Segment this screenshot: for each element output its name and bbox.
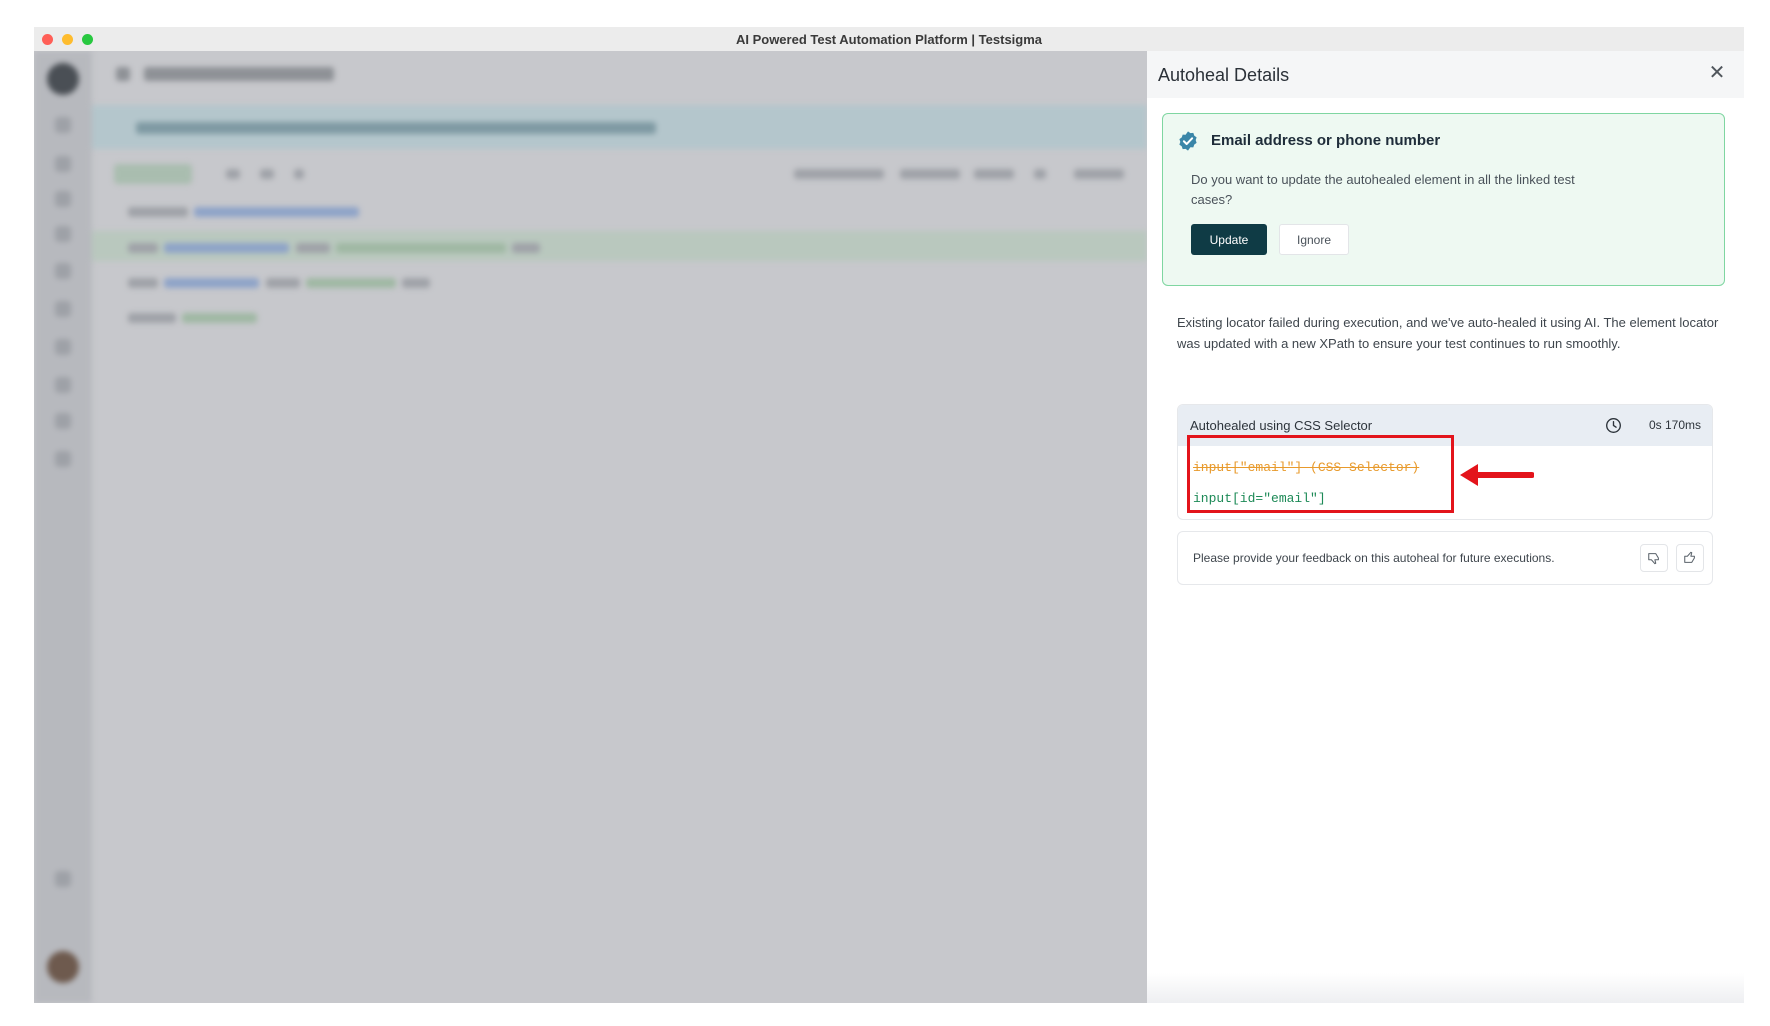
autoheal-card-header: Autohealed using CSS Selector 0s 170ms (1178, 405, 1712, 446)
autoheal-description: Existing locator failed during execution… (1177, 315, 1719, 351)
autoheal-details-drawer: Autoheal Details ✕ Email address or phon… (1147, 51, 1744, 1003)
update-button[interactable]: Update (1191, 224, 1267, 255)
drawer-header: Autoheal Details ✕ (1147, 51, 1744, 98)
avatar (47, 951, 79, 983)
app-window: AI Powered Test Automation Platform | Te… (34, 27, 1744, 1003)
thumbs-down-icon (1648, 553, 1659, 565)
window-title: AI Powered Test Automation Platform | Te… (735, 32, 1043, 47)
thumbs-down-button[interactable] (1640, 544, 1668, 572)
update-linked-tests-notice: Email address or phone number Do you wan… (1162, 113, 1725, 286)
close-icon[interactable]: ✕ (1706, 62, 1728, 84)
ignore-button[interactable]: Ignore (1279, 224, 1349, 255)
background-app-blurred (34, 51, 1147, 1003)
drawer-bottom-shadow (1147, 973, 1744, 1003)
element-name: Email address or phone number (1211, 132, 1441, 149)
thumbs-up-button[interactable] (1676, 544, 1704, 572)
annotation-arrow-icon (1460, 464, 1534, 486)
new-locator: input[id="email"] (1193, 491, 1326, 506)
update-question: Do you want to update the autohealed ele… (1191, 172, 1575, 207)
window-titlebar: AI Powered Test Automation Platform | Te… (34, 27, 1744, 52)
verified-badge-icon (1179, 131, 1197, 151)
feedback-prompt: Please provide your feedback on this aut… (1193, 551, 1555, 565)
feedback-box: Please provide your feedback on this aut… (1177, 531, 1713, 585)
clock-icon (1606, 418, 1621, 433)
autoheal-locator-card: Autohealed using CSS Selector 0s 170ms i… (1177, 404, 1713, 520)
thumbs-up-icon (1684, 551, 1695, 563)
drawer-title: Autoheal Details (1158, 65, 1290, 85)
autoheal-duration: 0s 170ms (1648, 418, 1701, 432)
autoheal-method-label: Autohealed using CSS Selector (1190, 418, 1373, 433)
background-sidebar (34, 51, 92, 1003)
app-logo (47, 63, 79, 95)
old-locator: input["email"] (CSS Selector) (1193, 460, 1420, 475)
